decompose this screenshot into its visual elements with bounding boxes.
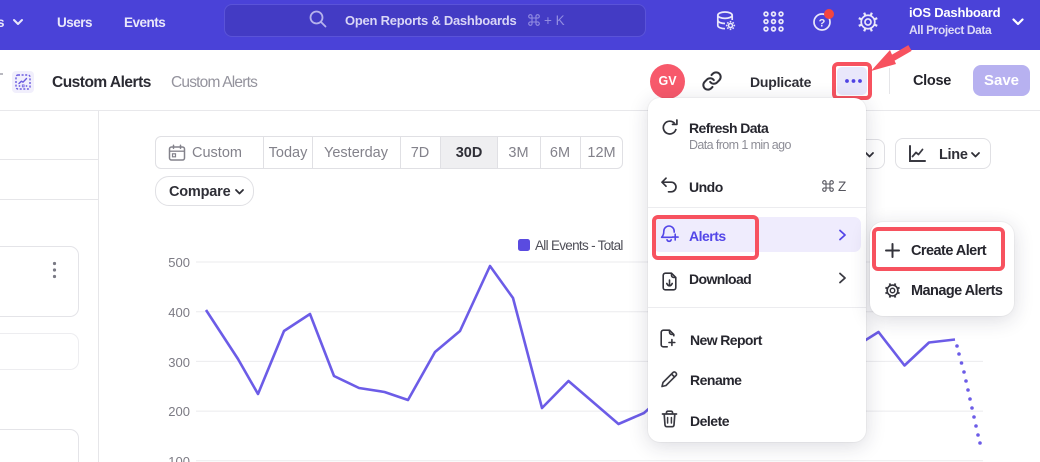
svg-text:All Events - Total: All Events - Total bbox=[535, 238, 623, 253]
svg-text:?: ? bbox=[819, 18, 826, 30]
